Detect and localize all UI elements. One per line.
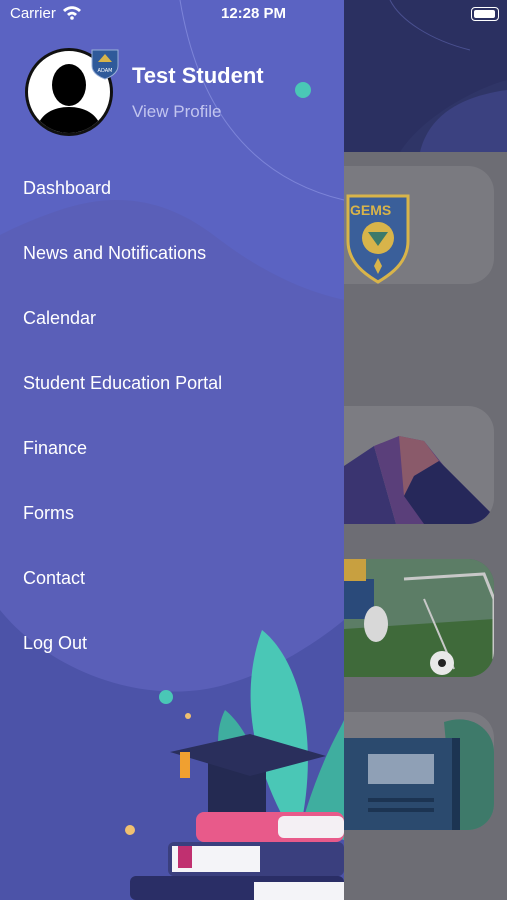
- menu-item-forms[interactable]: Forms: [23, 500, 74, 526]
- school-badge-icon: ADAM: [91, 49, 119, 80]
- menu-item-calendar[interactable]: Calendar: [23, 305, 96, 331]
- wifi-icon: [63, 6, 81, 20]
- dashboard-card-forms[interactable]: [344, 712, 494, 830]
- menu-item-contact[interactable]: Contact: [23, 565, 85, 591]
- dashboard-card-mountain[interactable]: [344, 406, 494, 524]
- accent-dot-icon: [125, 825, 135, 835]
- dashboard-card-sports[interactable]: [344, 559, 494, 677]
- profile-name: Test Student: [132, 63, 264, 88]
- menu-item-student-education-portal[interactable]: Student Education Portal: [23, 370, 222, 396]
- mountain-illustration-icon: [344, 436, 494, 524]
- carrier-label: Carrier: [10, 5, 56, 22]
- side-drawer: ADAM Test Student View Profile Dashboard…: [0, 0, 344, 900]
- notebook-illustration-icon: [344, 719, 494, 830]
- battery-icon: [471, 7, 499, 21]
- view-profile-link[interactable]: View Profile: [132, 102, 221, 122]
- accent-dot-icon: [295, 82, 311, 98]
- status-bar: Carrier 12:28 PM: [0, 0, 507, 30]
- school-logo-text: GEMS: [350, 202, 392, 218]
- svg-text:ADAM: ADAM: [98, 68, 113, 74]
- menu-item-finance[interactable]: Finance: [23, 435, 87, 461]
- dashboard-card-school[interactable]: GEMS: [344, 166, 494, 284]
- school-crest-icon: [346, 194, 410, 284]
- menu-item-news-and-notifications[interactable]: News and Notifications: [23, 240, 206, 266]
- menu-item-dashboard[interactable]: Dashboard: [23, 175, 111, 201]
- status-time: 12:28 PM: [221, 5, 287, 22]
- soccer-illustration-icon: [344, 559, 494, 677]
- menu-item-log-out[interactable]: Log Out: [23, 630, 87, 656]
- accent-dot-icon: [159, 690, 173, 704]
- accent-dot-icon: [185, 713, 191, 719]
